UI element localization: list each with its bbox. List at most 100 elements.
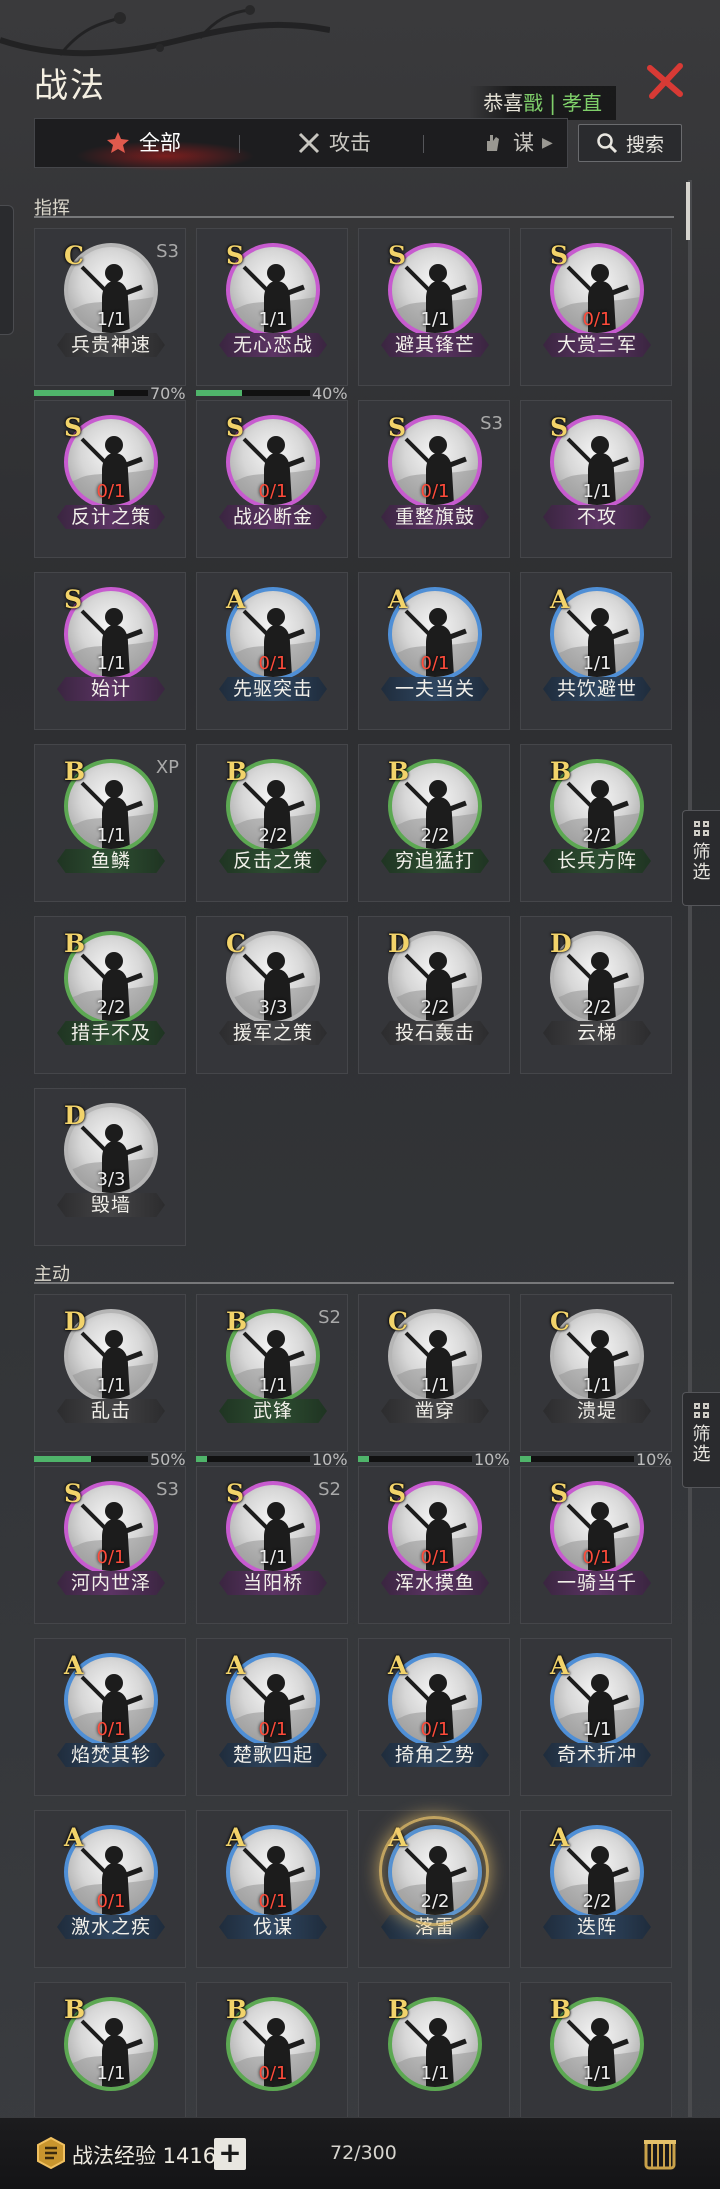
all-tab-icon	[107, 132, 129, 153]
congrats-separator: |	[549, 91, 556, 115]
skill-count: 1/1	[96, 309, 126, 330]
tab-all[interactable]: 全部	[105, 119, 181, 167]
skill-name: 重整旗鼓	[381, 505, 489, 529]
tab-strategy[interactable]: 谋 ▶	[481, 119, 553, 167]
skill-card[interactable]: A 0/1 伐谋	[196, 1810, 348, 1968]
skill-name: 反计之策	[57, 505, 165, 529]
congrats-banner: 恭喜戬 | 孝直	[469, 86, 616, 120]
skill-progress-bar	[520, 1456, 634, 1462]
skill-grade: C	[226, 929, 246, 958]
skill-count: 0/1	[258, 1719, 288, 1740]
skill-grade: D	[550, 929, 572, 958]
skill-grade: D	[64, 1307, 86, 1336]
filter-button[interactable]: 筛 选	[682, 1392, 720, 1488]
highlight-glow-ring	[379, 1816, 489, 1926]
search-button[interactable]: 搜索	[578, 124, 682, 162]
skill-card[interactable]: B 2/2 措手不及	[34, 916, 186, 1074]
skill-name: 河内世泽	[57, 1571, 165, 1595]
skill-card[interactable]: S 0/1 大赏三军	[520, 228, 672, 386]
skill-card[interactable]: C 3/3 援军之策	[196, 916, 348, 1074]
skill-card[interactable]: C 1/1 凿穿	[358, 1294, 510, 1452]
skill-grade: B	[550, 757, 572, 786]
skill-name: 迭阵	[543, 1915, 651, 1939]
skill-badge: S3	[480, 413, 503, 434]
skill-card[interactable]: S 1/1 始计	[34, 572, 186, 730]
skill-name: 投石轰击	[381, 1021, 489, 1045]
skill-card[interactable]: S 0/1 浑水摸鱼	[358, 1466, 510, 1624]
bag-icon[interactable]	[640, 2134, 680, 2174]
skill-count: 0/1	[258, 481, 288, 502]
skill-card[interactable]: S 0/1 反计之策	[34, 400, 186, 558]
skill-card[interactable]: D 2/2 投石轰击	[358, 916, 510, 1074]
skill-card[interactable]: A 0/1 先驱突击	[196, 572, 348, 730]
skill-count: 0/1	[582, 1547, 612, 1568]
skill-count: 0/1	[420, 1719, 450, 1740]
skill-count: 2/2	[420, 825, 450, 846]
skill-grade: B	[226, 1307, 248, 1336]
skill-count: 1/1	[96, 653, 126, 674]
skill-grade: S	[226, 241, 245, 270]
skill-grade: B	[64, 757, 86, 786]
skill-count: 1/1	[258, 1375, 288, 1396]
skill-name: 当阳桥	[219, 1571, 327, 1595]
skill-name: 溃堤	[543, 1399, 651, 1423]
filter-grid-icon	[693, 1403, 710, 1419]
congrats-prefix: 恭喜	[483, 91, 524, 115]
skill-count: 2/2	[420, 997, 450, 1018]
skill-card[interactable]: D 1/1 乱击	[34, 1294, 186, 1452]
skill-card[interactable]: S S3 0/1 重整旗鼓	[358, 400, 510, 558]
skill-card[interactable]: S 0/1 一骑当千	[520, 1466, 672, 1624]
skill-card[interactable]: A 0/1 焰焚其轸	[34, 1638, 186, 1796]
skill-card[interactable]: A 1/1 共饮避世	[520, 572, 672, 730]
skill-grade: C	[550, 1307, 570, 1336]
skill-card[interactable]: A 0/1 楚歌四起	[196, 1638, 348, 1796]
skill-grade: A	[226, 585, 246, 614]
skill-card[interactable]: B 2/2 穷追猛打	[358, 744, 510, 902]
left-edge-tab[interactable]	[0, 205, 14, 335]
skill-card[interactable]: B 2/2 反击之策	[196, 744, 348, 902]
skill-card[interactable]: D 3/3 毁墙	[34, 1088, 186, 1246]
skill-card[interactable]: A 1/1 奇术折冲	[520, 1638, 672, 1796]
skill-card[interactable]: A 0/1 掎角之势	[358, 1638, 510, 1796]
skill-count: 0/1	[420, 653, 450, 674]
skill-card[interactable]: A 0/1 一夫当关	[358, 572, 510, 730]
skill-card[interactable]: C S3 1/1 兵贵神速	[34, 228, 186, 386]
skill-badge: S3	[156, 241, 179, 262]
skill-card[interactable]: B XP 1/1 鱼鳞	[34, 744, 186, 902]
skill-grade: D	[388, 929, 410, 958]
tab-attack[interactable]: 攻击	[297, 119, 371, 167]
skill-card[interactable]: S S3 0/1 河内世泽	[34, 1466, 186, 1624]
skill-card[interactable]: C 1/1 溃堤	[520, 1294, 672, 1452]
skill-card[interactable]: A 2/2 迭阵	[520, 1810, 672, 1968]
skill-count: 1/1	[258, 309, 288, 330]
skill-card[interactable]: D 2/2 云梯	[520, 916, 672, 1074]
strategy-hand-icon	[487, 135, 499, 151]
skill-progress-bar	[196, 1456, 310, 1462]
skill-count: 1/1	[582, 481, 612, 502]
add-exp-button[interactable]: +	[214, 2138, 246, 2170]
skill-card[interactable]: S 1/1 避其锋芒	[358, 228, 510, 386]
skill-card[interactable]: S 1/1 无心恋战	[196, 228, 348, 386]
skill-count: 0/1	[96, 481, 126, 502]
exp-label: 战法经验 1416	[72, 2144, 217, 2168]
skill-name: 掎角之势	[381, 1743, 489, 1767]
tab-divider	[239, 135, 240, 153]
skill-progress-fill	[34, 1456, 91, 1462]
skill-card[interactable]: S S2 1/1 当阳桥	[196, 1466, 348, 1624]
skill-count: 1/1	[420, 2063, 450, 2084]
scrollbar-track[interactable]	[688, 180, 692, 2189]
bottom-bar: 战法经验 1416 + 72/300	[0, 2117, 720, 2189]
skill-grade: C	[388, 1307, 408, 1336]
skill-card[interactable]: A 0/1 激水之疾	[34, 1810, 186, 1968]
scrollbar-thumb[interactable]	[686, 182, 690, 240]
filter-label-1: 筛	[692, 842, 711, 863]
skill-card[interactable]: B 2/2 长兵方阵	[520, 744, 672, 902]
skill-name: 反击之策	[219, 849, 327, 873]
skill-card[interactable]: B S2 1/1 武锋	[196, 1294, 348, 1452]
skill-card[interactable]: S 0/1 战必断金	[196, 400, 348, 558]
close-icon[interactable]	[646, 62, 684, 100]
more-tabs-arrow-icon[interactable]: ▶	[542, 119, 553, 167]
skill-card[interactable]: S 1/1 不攻	[520, 400, 672, 558]
filter-button[interactable]: 筛 选	[682, 810, 720, 906]
skill-grade: A	[550, 1651, 570, 1680]
